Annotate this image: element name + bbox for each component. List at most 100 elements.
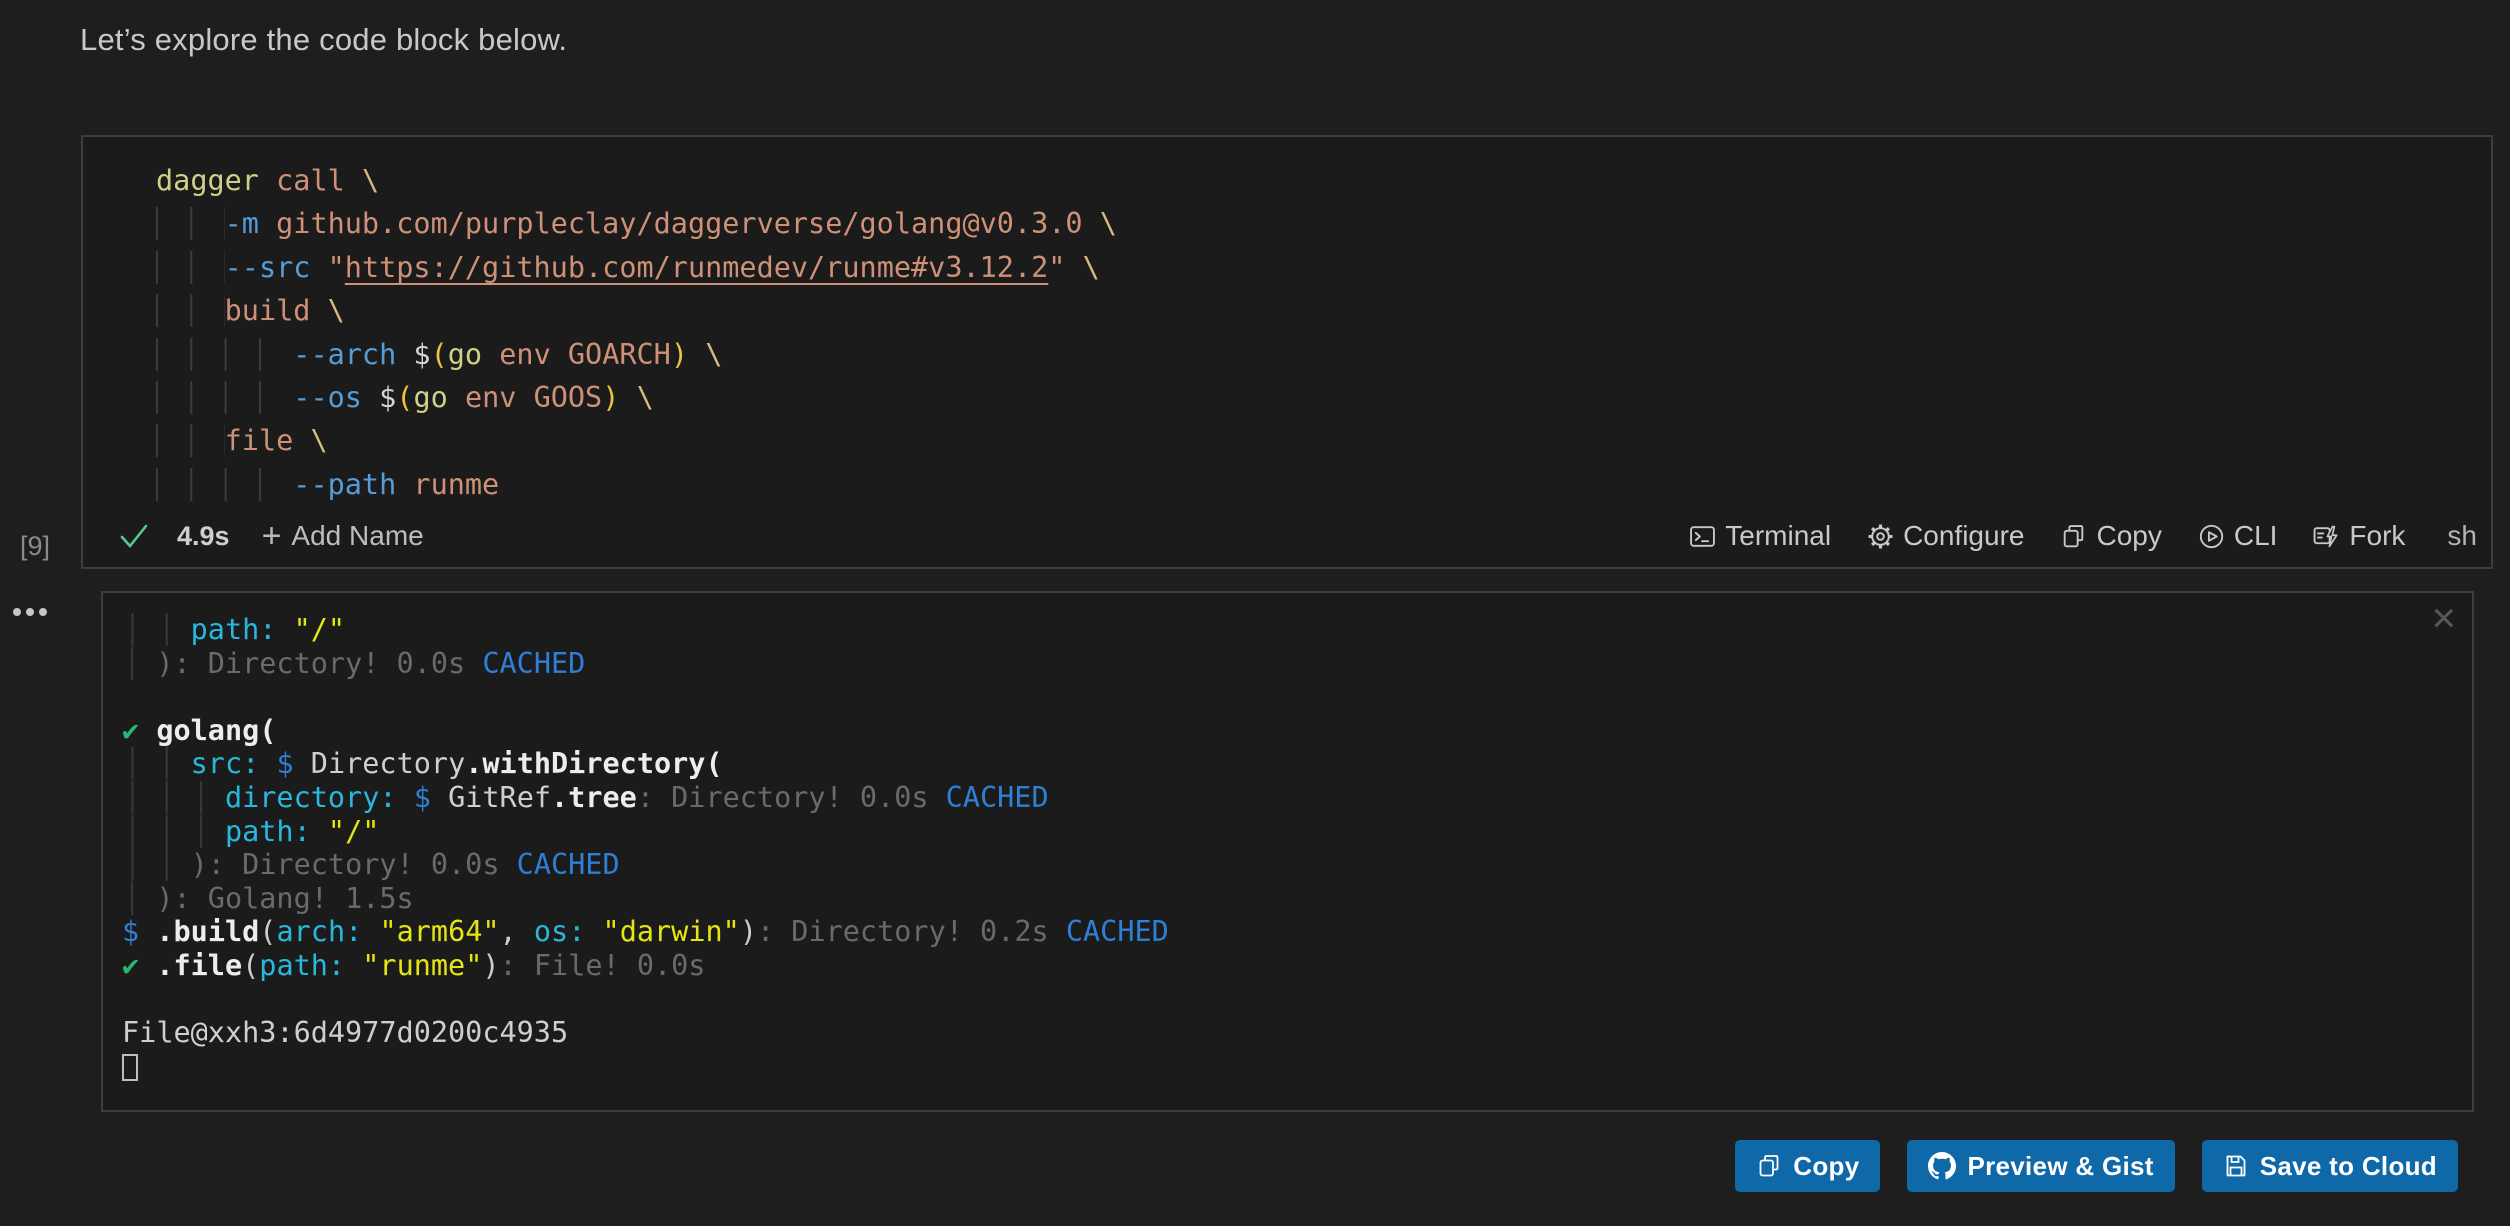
success-check-icon <box>119 523 149 550</box>
token: : File! 0.0s <box>500 949 706 982</box>
cli-button[interactable]: CLI <box>2198 520 2278 552</box>
token: $ <box>276 747 293 780</box>
save-cloud-button[interactable]: Save to Cloud <box>2202 1140 2458 1192</box>
token: path: <box>259 949 345 982</box>
language-indicator[interactable]: sh <box>2447 520 2477 552</box>
token <box>122 815 225 848</box>
line: dagger call \ <box>156 159 2491 202</box>
token: ( <box>431 338 448 371</box>
line: File@xxh3:6d4977d0200c4935 <box>122 1016 1169 1050</box>
token: $ <box>414 781 431 814</box>
token: ( <box>396 381 413 414</box>
token <box>397 781 414 814</box>
token: dagger <box>156 164 259 197</box>
token <box>156 424 225 457</box>
token: , <box>500 915 534 948</box>
line: $ .build(arch: "arm64", os: "darwin"): D… <box>122 915 1169 949</box>
token: \ <box>328 294 345 327</box>
token: path: <box>191 613 277 646</box>
token: " <box>328 251 345 284</box>
token: env GOOS <box>465 381 602 414</box>
token: .tree <box>551 781 637 814</box>
fork-button[interactable]: Fork <box>2313 520 2405 552</box>
copy-button[interactable]: Copy <box>2060 520 2161 552</box>
token: path: <box>225 815 311 848</box>
close-icon[interactable]: × <box>2431 597 2456 639</box>
copy-icon <box>1756 1153 1782 1179</box>
copy-output-button[interactable]: Copy <box>1735 1140 1880 1192</box>
token <box>310 251 327 284</box>
execution-duration: 4.9s <box>177 521 230 552</box>
line: src: $ Directory.withDirectory( <box>122 747 1169 781</box>
token: Directory <box>311 747 465 780</box>
token: CACHED <box>482 647 585 680</box>
preview-gist-button[interactable]: Preview & Gist <box>1907 1140 2174 1192</box>
token: CACHED <box>517 848 620 881</box>
token <box>345 949 362 982</box>
token: arch: <box>276 915 362 948</box>
token: ✔ <box>122 949 156 982</box>
line: file \ <box>156 419 2491 462</box>
token <box>345 164 362 197</box>
token <box>293 424 310 457</box>
token <box>585 915 602 948</box>
token <box>139 915 156 948</box>
line: --path runme <box>156 463 2491 506</box>
code-editor[interactable]: dagger call \ -m github.com/purpleclay/d… <box>83 137 2491 506</box>
token: --path <box>293 468 396 501</box>
terminal-output[interactable]: path: "/" ): Directory! 0.0s CACHED ✔ go… <box>103 593 1169 1083</box>
token: \ <box>362 164 379 197</box>
copy-icon <box>2060 523 2087 550</box>
line: build \ <box>156 289 2491 332</box>
token <box>1083 207 1100 240</box>
token: File@xxh3:6d4977d0200c4935 <box>122 1016 568 1049</box>
token: ( <box>242 949 259 982</box>
github-icon <box>1928 1152 1956 1180</box>
token: : Directory! 0.2s <box>757 915 1066 948</box>
token: ✔ <box>122 714 156 747</box>
token: github.com/purpleclay/daggerverse/golang… <box>276 207 1082 240</box>
copy-output-label: Copy <box>1793 1151 1859 1182</box>
terminal-button[interactable]: Terminal <box>1689 520 1831 552</box>
token <box>156 251 225 284</box>
token: CACHED <box>1066 915 1169 948</box>
token <box>396 338 413 371</box>
token: --src <box>225 251 311 284</box>
cell-status-bar: 4.9s + Add Name Terminal <box>119 513 2477 559</box>
token: ): Golang! 1.5s <box>156 882 413 915</box>
line: -m github.com/purpleclay/daggerverse/gol… <box>156 202 2491 245</box>
token: GitRef <box>448 781 551 814</box>
notebook-page: { "colors": { "pageBg":"#1e1e1e","boxBg"… <box>0 0 2510 1226</box>
token: ): Directory! 0.0s <box>191 848 517 881</box>
cell-toolbar: Terminal Configure C <box>1689 520 2477 552</box>
token: ) <box>602 381 619 414</box>
token: " <box>1048 251 1065 284</box>
token: $ <box>413 338 430 371</box>
token: "darwin" <box>603 915 740 948</box>
token: runme <box>413 468 499 501</box>
token <box>276 613 293 646</box>
fork-icon <box>2313 523 2340 550</box>
line: ✔ golang( <box>122 714 1169 748</box>
token <box>448 381 465 414</box>
terminal-label: Terminal <box>1725 520 1831 552</box>
markdown-text: Let’s explore the code block below. <box>80 22 567 58</box>
token <box>156 338 293 371</box>
more-actions-icon[interactable] <box>13 608 47 616</box>
plus-icon: + <box>262 521 282 551</box>
token: \ <box>1100 207 1117 240</box>
token <box>396 468 413 501</box>
configure-button[interactable]: Configure <box>1867 520 2024 552</box>
token: "/" <box>294 613 345 646</box>
line: --src "https://github.com/runmedev/runme… <box>156 246 2491 289</box>
code-cell: dagger call \ -m github.com/purpleclay/d… <box>81 135 2493 569</box>
token <box>122 747 191 780</box>
token: golang( <box>156 714 276 747</box>
line <box>122 1050 1169 1084</box>
fork-label: Fork <box>2349 520 2405 552</box>
add-name-button[interactable]: + Add Name <box>262 520 424 552</box>
line: ✔ .file(path: "runme"): File! 0.0s <box>122 949 1169 983</box>
terminal-cursor <box>122 1054 138 1081</box>
token <box>122 613 191 646</box>
copy-label: Copy <box>2096 520 2161 552</box>
